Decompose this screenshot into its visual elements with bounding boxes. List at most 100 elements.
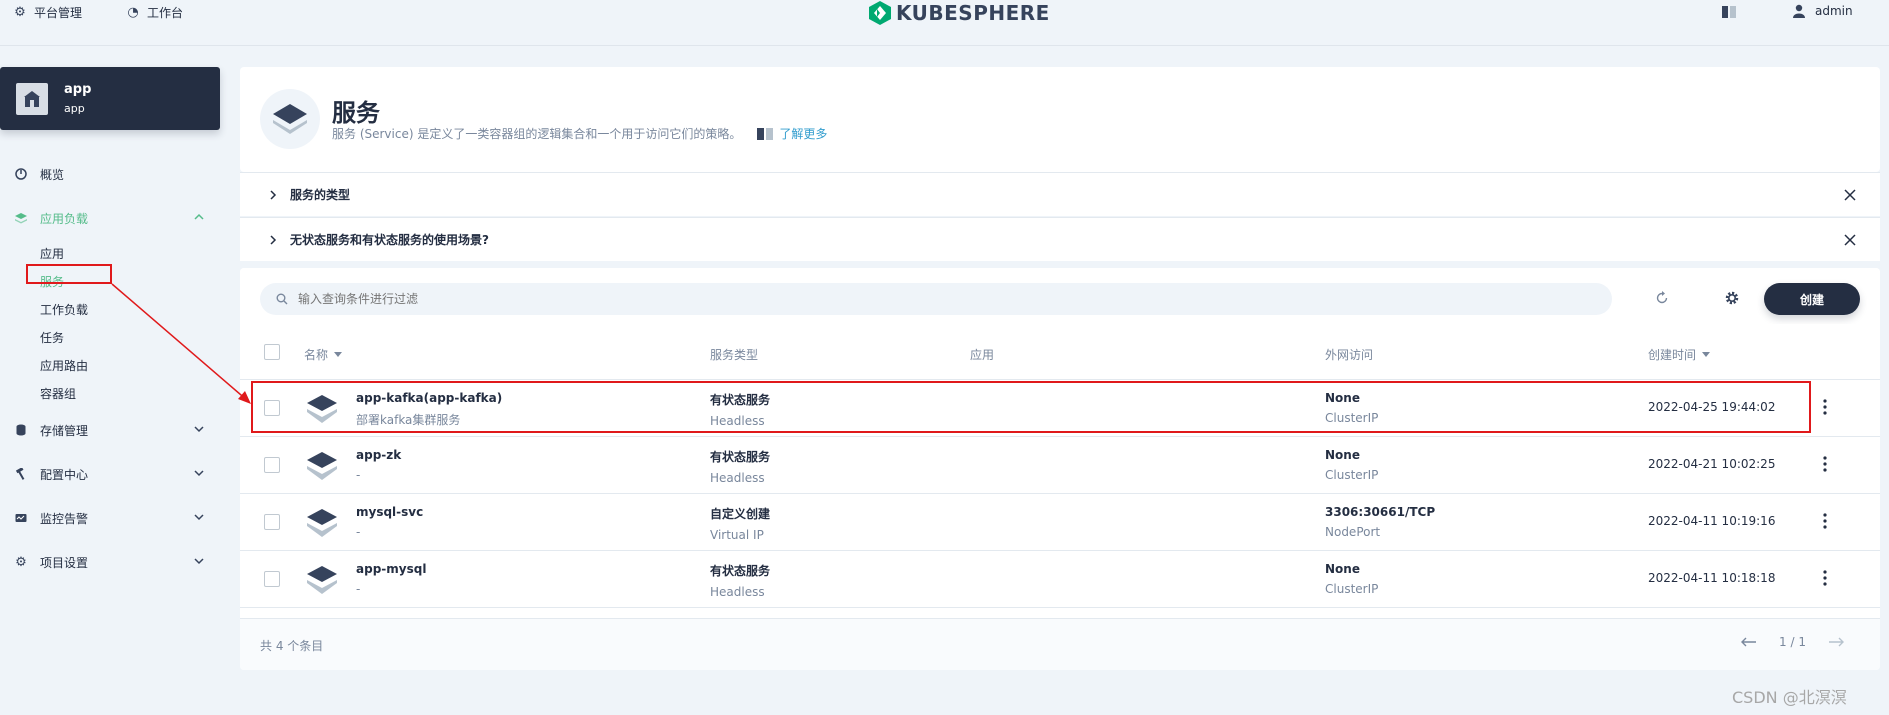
search-input[interactable] xyxy=(298,292,1498,306)
dashboard-icon xyxy=(14,167,28,181)
platform-management-link[interactable]: ⚙ 平台管理 xyxy=(12,4,82,21)
close-icon[interactable] xyxy=(1844,234,1856,246)
database-icon xyxy=(14,423,28,437)
sidebar-item-ingresses[interactable]: 应用路由 xyxy=(0,352,220,380)
page-description: 服务 (Service) 是定义了一类容器组的逻辑集合和一个用于访问它们的策略。… xyxy=(332,125,827,142)
collapsible-label: 服务的类型 xyxy=(290,188,351,202)
external-access: None xyxy=(1325,562,1360,576)
column-created[interactable]: 创建时间 xyxy=(1648,346,1711,363)
search-bar[interactable] xyxy=(260,283,1612,315)
service-name-cell: app-mysql - xyxy=(356,562,426,596)
services-list: 创建 名称 服务类型 应用 外网访问 创建时间 app-kafka(app-ka… xyxy=(240,268,1880,670)
user-name: admin xyxy=(1815,4,1853,18)
gear-icon[interactable] xyxy=(1724,290,1740,306)
service-type: 有状态服务 xyxy=(710,393,771,407)
book-icon xyxy=(757,127,774,140)
more-options-icon[interactable] xyxy=(1822,569,1828,587)
sidebar-item-settings[interactable]: ⚙ 项目设置 xyxy=(0,540,220,584)
sort-down-icon xyxy=(1702,352,1711,357)
kubesphere-logo-icon xyxy=(869,1,891,25)
service-type: 有状态服务 xyxy=(710,450,771,464)
service-type-sub: Headless xyxy=(710,471,765,485)
sidebar-item-label: 项目设置 xyxy=(40,555,89,570)
row-checkbox[interactable] xyxy=(264,457,280,473)
table-row[interactable]: app-zk - 有状态服务 Headless None ClusterIP 2… xyxy=(240,437,1880,494)
arrow-right-icon[interactable] xyxy=(1828,637,1844,647)
learn-more-label: 了解更多 xyxy=(779,127,828,141)
select-all-checkbox[interactable] xyxy=(264,344,280,360)
table-row[interactable]: mysql-svc - 自定义创建 Virtual IP 3306:30661/… xyxy=(240,494,1880,551)
sidebar-item-config[interactable]: 配置中心 xyxy=(0,452,220,496)
service-name-cell: app-zk - xyxy=(356,448,401,482)
column-label: 创建时间 xyxy=(1648,348,1697,362)
column-label: 服务类型 xyxy=(710,348,759,362)
service-icon xyxy=(307,566,337,594)
row-checkbox[interactable] xyxy=(264,514,280,530)
row-checkbox[interactable] xyxy=(264,400,280,416)
table-row[interactable]: app-mysql - 有状态服务 Headless None ClusterI… xyxy=(240,551,1880,608)
service-name[interactable]: app-kafka(app-kafka) xyxy=(356,391,502,405)
more-options-icon[interactable] xyxy=(1822,512,1828,530)
sidebar-item-monitoring[interactable]: 监控告警 xyxy=(0,496,220,540)
layers-icon xyxy=(14,211,28,225)
chevron-down-icon xyxy=(194,470,204,477)
dashboard-icon: ◔ xyxy=(127,5,139,20)
sort-down-icon xyxy=(334,352,343,357)
more-options-icon[interactable] xyxy=(1822,398,1828,416)
service-type-cell: 有状态服务 Headless xyxy=(710,448,770,485)
external-access-cell: None ClusterIP xyxy=(1325,448,1378,482)
refresh-icon[interactable] xyxy=(1654,290,1670,306)
column-name[interactable]: 名称 xyxy=(304,346,343,363)
external-access-sub: NodePort xyxy=(1325,525,1381,539)
kubesphere-logo[interactable]: KUBESPHERE xyxy=(868,0,1050,26)
page-title: 服务 xyxy=(332,99,380,127)
project-card[interactable]: app app xyxy=(0,67,220,130)
service-desc: 部署kafka集群服务 xyxy=(356,413,461,427)
sidebar-item-pods[interactable]: 容器组 xyxy=(0,380,220,408)
table-row[interactable]: app-kafka(app-kafka) 部署kafka集群服务 有状态服务 H… xyxy=(240,380,1880,437)
total-count: 共 4 个条目 xyxy=(260,639,324,653)
more-options-icon[interactable] xyxy=(1822,455,1828,473)
close-icon[interactable] xyxy=(1844,189,1856,201)
column-label: 应用 xyxy=(970,348,995,362)
service-type-sub: Virtual IP xyxy=(710,528,764,542)
chevron-down-icon xyxy=(194,514,204,521)
user-menu[interactable]: admin xyxy=(1793,4,1853,18)
docs-icon[interactable] xyxy=(1722,6,1736,18)
sidebar-item-storage[interactable]: 存储管理 xyxy=(0,408,220,452)
workbench-label: 工作台 xyxy=(147,6,184,20)
learn-more-link[interactable]: 了解更多 xyxy=(757,125,827,142)
service-icon xyxy=(307,509,337,537)
collapsible-service-types[interactable]: 服务的类型 xyxy=(240,172,1880,216)
platform-label: 平台管理 xyxy=(34,6,83,20)
sidebar-item-label: 配置中心 xyxy=(40,467,89,482)
sidebar-item-overview[interactable]: 概览 xyxy=(0,152,220,196)
created-time: 2022-04-25 19:44:02 xyxy=(1648,400,1776,414)
create-button[interactable]: 创建 xyxy=(1764,283,1860,315)
external-access: 3306:30661/TCP xyxy=(1325,505,1436,519)
sidebar-item-jobs[interactable]: 任务 xyxy=(0,324,220,352)
monitor-icon xyxy=(14,511,28,525)
column-label: 外网访问 xyxy=(1325,348,1374,362)
external-access: None xyxy=(1325,448,1360,462)
gear-icon: ⚙ xyxy=(15,554,27,570)
collapsible-usage-scenarios[interactable]: 无状态服务和有状态服务的使用场景? xyxy=(240,217,1880,261)
table-header: 名称 服务类型 应用 外网访问 创建时间 xyxy=(240,324,1880,380)
service-name[interactable]: app-mysql xyxy=(356,562,426,576)
sidebar-item-label: 监控告警 xyxy=(40,511,89,526)
service-desc: - xyxy=(356,525,361,539)
pagination-footer: 共 4 个条目 1 / 1 xyxy=(240,618,1880,670)
row-checkbox[interactable] xyxy=(264,571,280,587)
service-name[interactable]: app-zk xyxy=(356,448,401,462)
chevron-right-icon xyxy=(270,189,277,200)
service-type-cell: 有状态服务 Headless xyxy=(710,391,770,428)
arrow-left-icon[interactable] xyxy=(1741,637,1757,647)
service-type-sub: Headless xyxy=(710,585,765,599)
service-name[interactable]: mysql-svc xyxy=(356,505,423,519)
column-app: 应用 xyxy=(970,346,994,363)
sidebar-item-workloads[interactable]: 应用负载 xyxy=(0,196,220,240)
sidebar-item-workloads-list[interactable]: 工作负载 xyxy=(0,296,220,324)
service-name-cell: app-kafka(app-kafka) 部署kafka集群服务 xyxy=(356,391,502,428)
workbench-link[interactable]: ◔ 工作台 xyxy=(125,4,183,21)
chevron-right-icon xyxy=(270,234,277,245)
